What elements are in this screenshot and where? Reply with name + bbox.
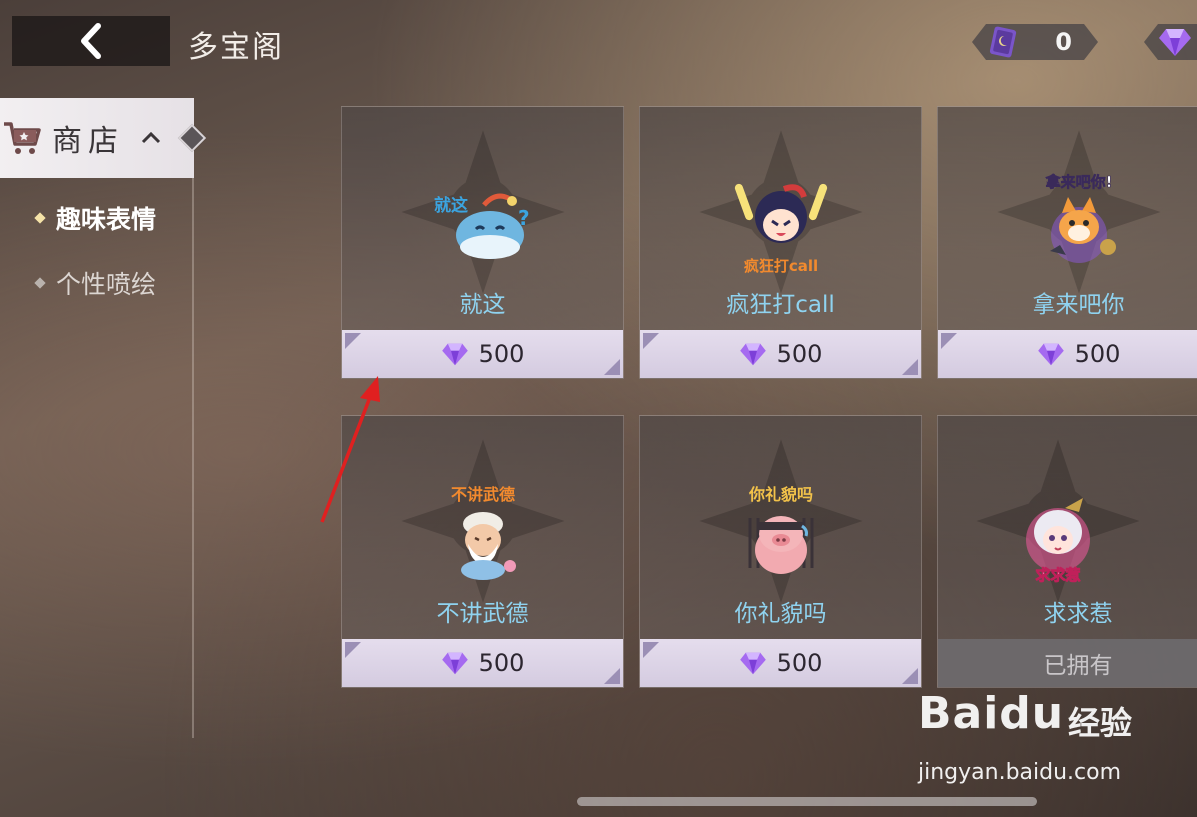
- baidu-watermark: Baidu 经验 jingyan.baidu.com: [918, 688, 1138, 793]
- watermark-cn: 经验: [1068, 704, 1133, 742]
- watermark-url: jingyan.baidu.com: [918, 760, 1122, 785]
- home-indicator[interactable]: [577, 797, 1037, 806]
- watermark-brand: Baidu: [918, 688, 1065, 739]
